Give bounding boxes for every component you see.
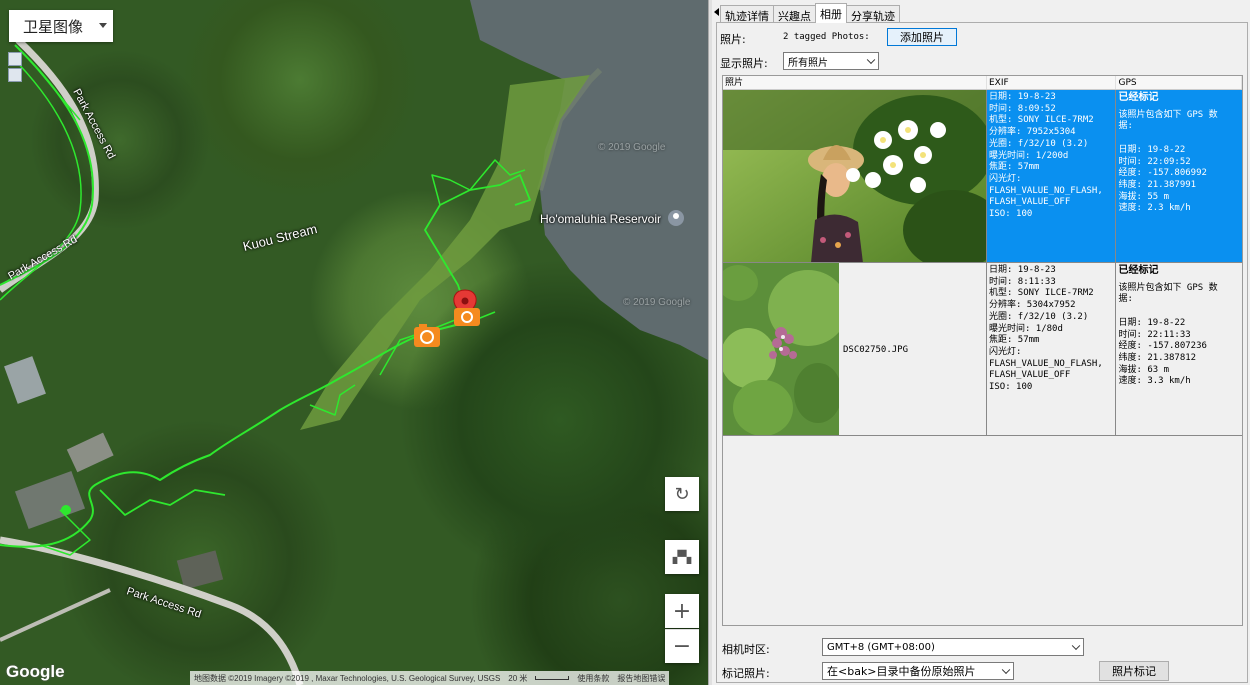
google-logo: Google: [6, 662, 65, 681]
map-watermark: © 2019 Google: [598, 142, 666, 153]
zoom-tool-icon[interactable]: [8, 52, 22, 66]
map-canvas: [0, 0, 708, 685]
plus-icon: +: [672, 598, 692, 624]
gps-status: 已经标记: [1118, 92, 1159, 103]
photo-thumbnail[interactable]: DSC02750.JPG: [723, 263, 987, 435]
arrow-left-icon: [713, 8, 719, 16]
map-watermark: © 2019 Google: [623, 297, 691, 308]
grid-header: 照片 EXIF GPS: [723, 76, 1242, 90]
photo-filename: DSC02750.JPG: [843, 345, 909, 355]
tab-track-detail[interactable]: 轨迹详情: [720, 5, 774, 23]
terms-link[interactable]: 使用条款: [577, 673, 609, 684]
map-attribution: 地图数据 ©2019 Imagery ©2019 , Maxar Technol…: [190, 671, 670, 685]
photo-woman-flowers: [723, 90, 986, 262]
add-photo-button[interactable]: 添加照片: [887, 28, 957, 46]
photos-count: 2 tagged Photos:: [783, 32, 870, 42]
gps-cell: 已经标记该照片包含如下 GPS 数 据: 日期: 19-8-22 时间: 22:…: [1116, 90, 1242, 262]
minus-icon: −: [672, 634, 692, 659]
show-photos-select[interactable]: 所有照片: [783, 52, 879, 70]
gps-status: 已经标记: [1118, 265, 1159, 276]
exif-cell: 日期: 19-8-23 时间: 8:11:33 机型: SONY ILCE-7R…: [986, 263, 1117, 435]
zoom-out-button[interactable]: −: [665, 629, 699, 663]
reservoir-pin-icon: [668, 210, 684, 226]
show-photos-label: 显示照片:: [720, 57, 768, 70]
map-type-label: 卫星图像: [23, 17, 84, 36]
right-panel: 轨迹详情 兴趣点 相册 分享轨迹 照片: 2 tagged Photos: 添加…: [712, 0, 1250, 685]
tab-poi[interactable]: 兴趣点: [773, 5, 816, 23]
tilt-icon: ▞▚: [672, 550, 692, 564]
photo-purple-flower: [723, 263, 839, 435]
timezone-value: GMT+8 (GMT+08:00): [827, 641, 935, 653]
gps-cell: 已经标记该照片包含如下 GPS 数 据: 日期: 19-8-22 时间: 22:…: [1116, 263, 1242, 435]
gps-details: 该照片包含如下 GPS 数 据: 日期: 19-8-22 时间: 22:11:3…: [1118, 282, 1218, 387]
chevron-down-icon: [866, 55, 876, 65]
col-header-exif[interactable]: EXIF: [987, 76, 1117, 89]
camera-marker-2-icon: [454, 308, 480, 326]
chevron-down-icon: [99, 23, 107, 28]
map-view[interactable]: 卫星图像 Park Access Rd Park Access Rd Park …: [0, 0, 708, 685]
tag-photos-label: 标记照片:: [722, 667, 770, 680]
select-tool-icon[interactable]: [8, 68, 22, 82]
timezone-select[interactable]: GMT+8 (GMT+08:00): [822, 638, 1084, 656]
chevron-down-icon: [1071, 641, 1081, 651]
exif-cell: 日期: 19-8-23 时间: 8:09:52 机型: SONY ILCE-7R…: [986, 90, 1117, 262]
tag-option-select[interactable]: 在<bak>目录中备份原始照片: [822, 662, 1014, 680]
photo-thumbnail[interactable]: [723, 90, 987, 262]
photo-row[interactable]: DSC02750.JPG 日期: 19-8-23 时间: 8:11:33 机型:…: [723, 263, 1242, 436]
photo-row[interactable]: 日期: 19-8-23 时间: 8:09:52 机型: SONY ILCE-7R…: [723, 90, 1242, 263]
photos-label: 照片:: [720, 33, 746, 46]
reservoir-label: Ho'omaluhia Reservoir: [540, 212, 662, 226]
tab-album[interactable]: 相册: [815, 3, 847, 23]
album-tab-content: 照片: 2 tagged Photos: 添加照片 显示照片: 所有照片 照片 …: [716, 22, 1248, 683]
col-header-gps[interactable]: GPS: [1116, 76, 1242, 89]
gps-details: 该照片包含如下 GPS 数 据: 日期: 19-8-22 时间: 22:09:5…: [1118, 109, 1218, 214]
rotate-map-button[interactable]: ↻: [665, 477, 699, 511]
scale-label: 20 米: [508, 673, 528, 683]
tab-scroll-left[interactable]: [712, 5, 720, 19]
tab-share[interactable]: 分享轨迹: [846, 5, 900, 23]
tab-bar: 轨迹详情 兴趣点 相册 分享轨迹: [720, 3, 900, 23]
scale-bar: [535, 676, 570, 680]
attribution-text: 地图数据 ©2019 Imagery ©2019 , Maxar Technol…: [194, 673, 501, 683]
tilt-map-button[interactable]: ▞▚: [665, 540, 699, 574]
report-error-link[interactable]: 报告地图错误: [617, 673, 665, 684]
rotate-icon: ↻: [674, 483, 690, 505]
timezone-label: 相机时区:: [722, 643, 770, 656]
col-header-photo[interactable]: 照片: [723, 76, 987, 89]
camera-marker-icon: [414, 324, 440, 347]
tag-photos-button[interactable]: 照片标记: [1099, 661, 1169, 681]
map-type-selector[interactable]: 卫星图像: [9, 10, 113, 42]
zoom-in-button[interactable]: +: [665, 594, 699, 628]
photo-grid[interactable]: 照片 EXIF GPS 日期: 19-8-23 时间: 8:09:52 机型: …: [722, 75, 1243, 626]
tag-option-value: 在<bak>目录中备份原始照片: [827, 665, 976, 678]
show-photos-value: 所有照片: [788, 57, 828, 69]
chevron-down-icon: [1001, 665, 1011, 675]
